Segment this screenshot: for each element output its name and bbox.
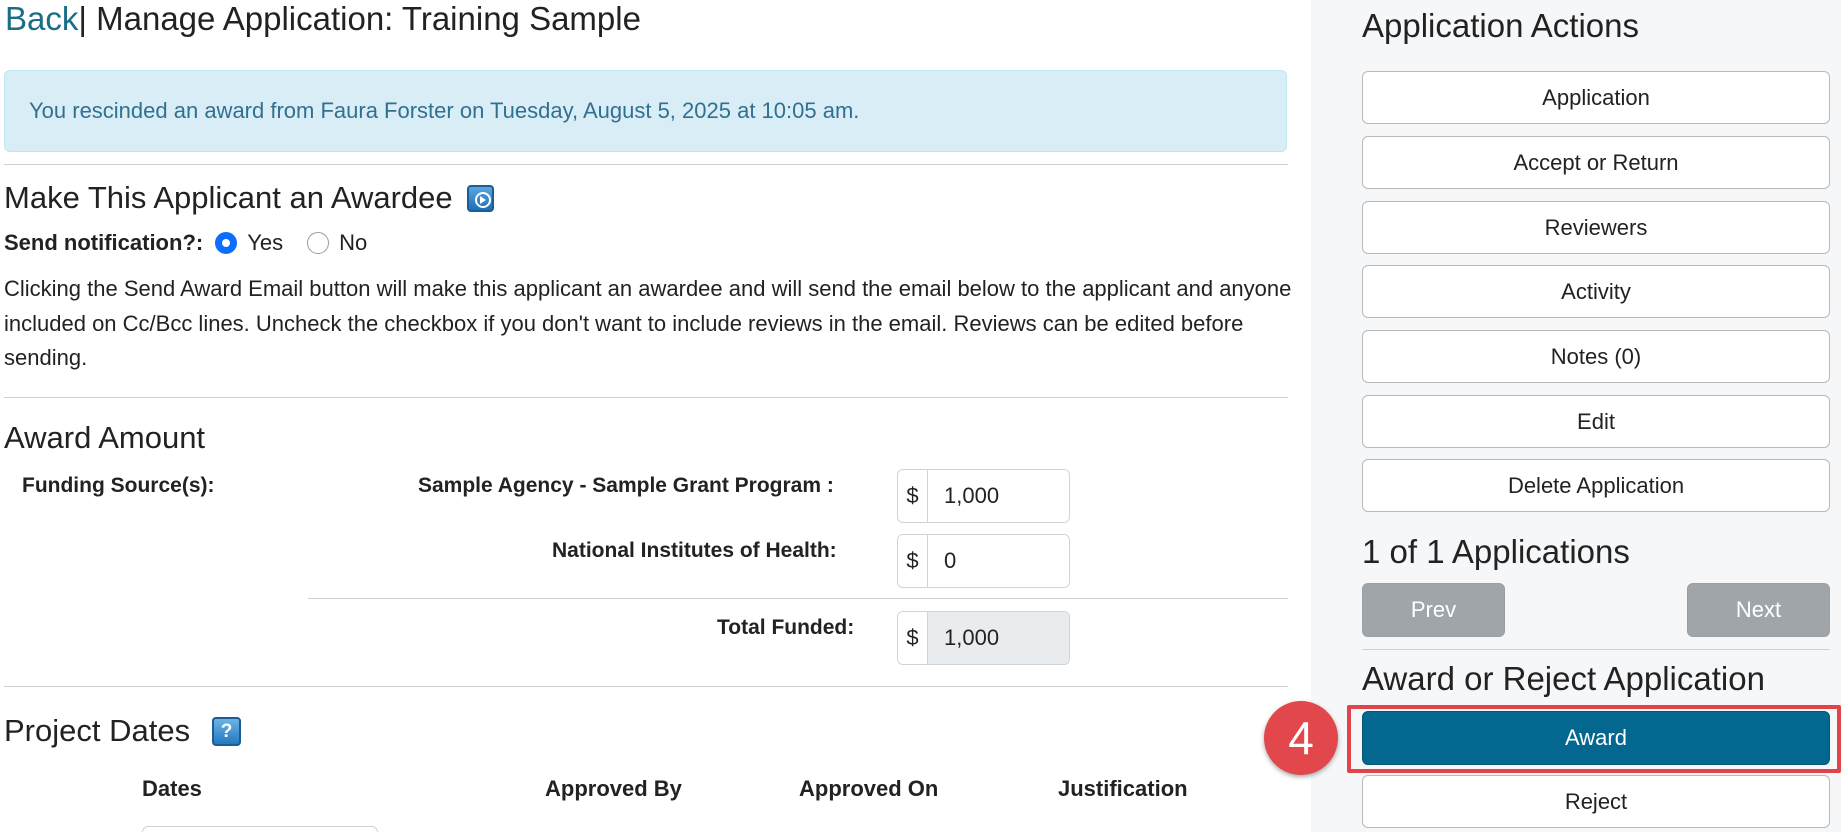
page-title: Manage Application: Training Sample [96, 0, 641, 37]
column-header-justification: Justification [1058, 776, 1188, 801]
info-alert: You rescinded an award from Faura Forste… [4, 70, 1287, 152]
delete-application-button[interactable]: Delete Application [1362, 459, 1830, 512]
funding-source-1-label: Sample Agency - Sample Grant Program : [418, 474, 834, 497]
currency-addon: $ [898, 612, 928, 664]
project-dates-heading-text: Project Dates [4, 713, 191, 748]
back-link[interactable]: Back [5, 0, 78, 37]
funding-source-2-input[interactable] [928, 535, 1069, 587]
funding-source-1-field: $ [897, 469, 1070, 523]
send-notification-row: Send notification?: Yes No [4, 230, 367, 256]
edit-button[interactable]: Edit [1362, 395, 1830, 448]
awardee-section-heading: Make This Applicant an Awardee [4, 178, 494, 218]
step-number-badge: 4 [1264, 701, 1338, 775]
divider [4, 397, 1288, 398]
application-count: 1 of 1 Applications [1362, 533, 1630, 570]
column-header-approved-by: Approved By [545, 776, 682, 801]
application-button[interactable]: Application [1362, 71, 1830, 124]
project-dates-heading: Project Dates ? [4, 711, 242, 751]
funding-source-1-input[interactable] [928, 470, 1069, 522]
award-amount-heading-text: Award Amount [4, 420, 206, 455]
activity-button[interactable]: Activity [1362, 265, 1830, 318]
total-divider [308, 598, 1288, 599]
award-button[interactable]: Award [1362, 711, 1830, 765]
notes-button[interactable]: Notes (0) [1362, 330, 1830, 383]
award-instructions: Clicking the Send Award Email button wil… [4, 276, 1292, 370]
prev-button[interactable]: Prev [1362, 583, 1505, 637]
notification-no-label[interactable]: No [339, 230, 367, 256]
play-video-icon[interactable] [466, 184, 494, 212]
column-header-dates: Dates [142, 776, 202, 801]
divider [4, 164, 1288, 165]
reject-button[interactable]: Reject [1362, 775, 1830, 828]
actions-heading: Application Actions [1362, 7, 1640, 44]
send-notification-label: Send notification?: [4, 230, 204, 255]
funding-sources-label: Funding Source(s): [22, 474, 215, 497]
award-amount-heading: Award Amount [4, 418, 205, 458]
total-funded-input [928, 612, 1069, 664]
divider [4, 686, 1288, 687]
dates-input[interactable] [142, 826, 378, 832]
column-header-approved-on: Approved On [799, 776, 939, 801]
awardee-heading-text: Make This Applicant an Awardee [4, 180, 453, 215]
question-help-icon[interactable]: ? [212, 716, 242, 746]
page-header: Back| Manage Application: Training Sampl… [5, 0, 641, 38]
accept-or-return-button[interactable]: Accept or Return [1362, 136, 1830, 189]
currency-addon: $ [898, 470, 928, 522]
total-funded-label: Total Funded: [717, 616, 855, 639]
funding-source-2-label: National Institutes of Health: [552, 539, 837, 562]
title-separator: | [78, 0, 87, 37]
total-funded-field: $ [897, 611, 1070, 665]
alert-message: You rescinded an award from Faura Forste… [29, 98, 860, 123]
notification-no-radio[interactable] [307, 232, 330, 254]
funding-source-2-field: $ [897, 534, 1070, 588]
main-content: Back| Manage Application: Training Sampl… [0, 0, 1300, 832]
reviewers-button[interactable]: Reviewers [1362, 201, 1830, 254]
currency-addon: $ [898, 535, 928, 587]
notification-yes-radio[interactable] [215, 232, 238, 254]
notification-yes-label[interactable]: Yes [247, 230, 283, 256]
next-button[interactable]: Next [1687, 583, 1830, 637]
sidebar-divider [1362, 649, 1830, 650]
decision-heading: Award or Reject Application [1362, 660, 1765, 697]
